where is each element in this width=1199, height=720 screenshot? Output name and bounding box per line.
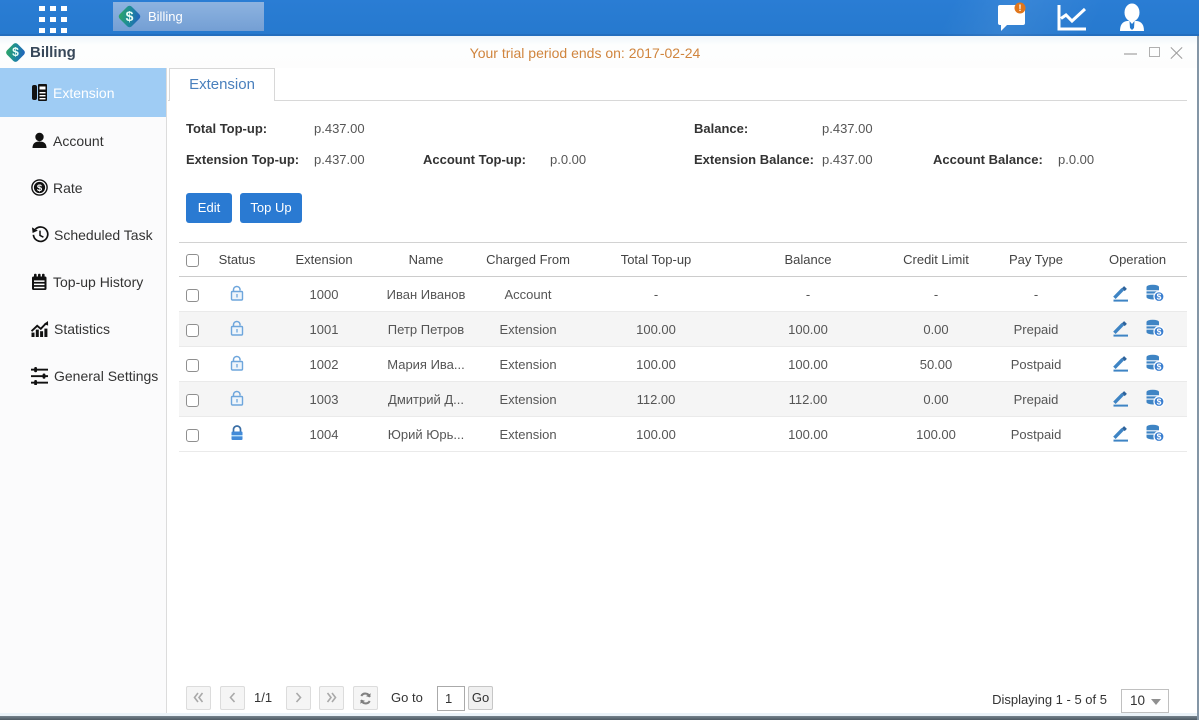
svg-text:$: $ bbox=[1156, 326, 1161, 336]
svg-text:$: $ bbox=[37, 183, 43, 194]
svg-text:$: $ bbox=[1156, 396, 1161, 406]
svg-text:$: $ bbox=[1156, 431, 1161, 441]
svg-text:!: ! bbox=[1019, 3, 1022, 13]
svg-text:$: $ bbox=[1156, 361, 1161, 371]
svg-text:$: $ bbox=[1156, 291, 1161, 301]
